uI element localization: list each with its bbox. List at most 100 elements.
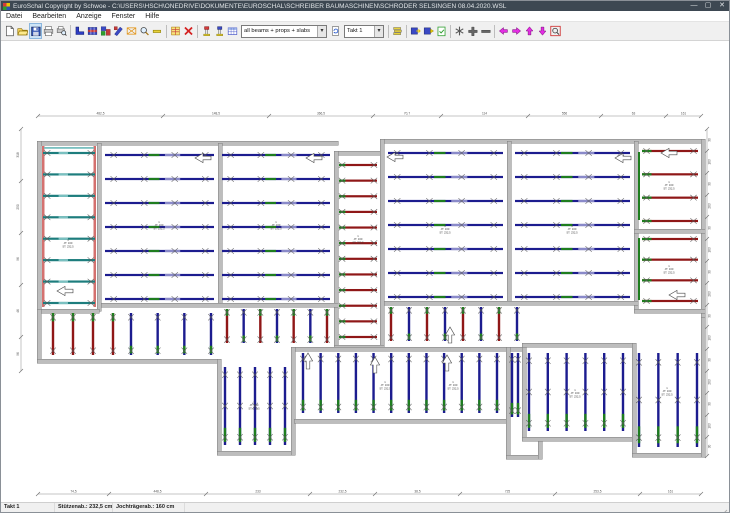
scaffold-tool-button[interactable] [125,23,138,39]
svg-text:63: 63 [632,111,636,115]
disk-play-icon [423,25,434,37]
prop-blue-icon [214,25,225,37]
svg-text:ST: 232,5: ST: 232,5 [663,270,675,274]
svg-text:263: 263 [708,379,712,385]
menu-item-fenster[interactable]: Fenster [107,11,141,21]
prop-blue-button[interactable] [213,23,226,39]
pan-minus-button[interactable] [479,23,492,39]
status-field-0: Takt 1 [1,503,55,512]
arrow-up-icon [524,25,535,37]
svg-text:70,7: 70,7 [404,111,410,115]
arrow-right-icon [511,25,522,37]
chevron-down-icon[interactable]: ▾ [317,26,326,37]
table-grid-button[interactable] [226,23,239,39]
menu-item-hilfe[interactable]: Hilfe [140,11,164,21]
arrow-down-button[interactable] [536,23,549,39]
layers-stack-button[interactable] [391,23,404,39]
svg-text:163: 163 [708,247,712,253]
parts-list-button[interactable] [169,23,182,39]
svg-text:366,5: 366,5 [317,111,325,115]
toolbar-separator [450,25,451,38]
beam-group-room-a [43,150,95,306]
menu-item-bearbeiten[interactable]: Bearbeiten [27,11,71,21]
svg-text:ST: 232,5: ST: 232,5 [569,394,581,398]
svg-text:46: 46 [16,309,20,313]
sheet-cycle-button[interactable] [329,23,342,39]
beam-group-room-k [636,353,700,447]
view-filter-select[interactable]: all beams + props + slabs▾ [241,25,327,38]
svg-text:30: 30 [708,358,712,362]
plan-drawing[interactable]: 482,5148,5366,570,71145566316174,5448,52… [1,41,730,504]
prop-red-icon [201,25,212,37]
close-button[interactable]: ✕ [715,1,729,11]
dimension-right: 3016330263301633026330163302633016330 [705,127,712,458]
print-preview-button[interactable] [55,23,68,39]
chevron-down-icon[interactable]: ▾ [374,26,383,37]
disk-forward-button[interactable] [409,23,422,39]
takt-select[interactable]: Takt 1▾ [344,25,384,38]
corner-profile-button[interactable] [73,23,86,39]
status-field-spacer [185,503,720,512]
beam-group-corridor [509,353,521,417]
prop-red-button[interactable] [200,23,213,39]
maximize-button[interactable]: ▢ [701,1,715,11]
svg-text:148,5: 148,5 [212,111,220,115]
menu-item-datei[interactable]: Datei [1,11,27,21]
slab-blocks-button[interactable] [99,23,112,39]
svg-text:250: 250 [16,204,20,210]
arrow-up-button[interactable] [523,23,536,39]
arrow-left-icon [498,25,509,37]
svg-text:263: 263 [708,203,712,209]
beam-tool-button[interactable] [112,23,125,39]
open-folder-button[interactable] [16,23,29,39]
svg-text:30: 30 [708,270,712,274]
resize-grip[interactable] [720,504,728,512]
wall-tool-button[interactable] [86,23,99,39]
menu-bar: DateiBearbeitenAnzeigeFensterHilfe [1,11,729,22]
svg-text:163: 163 [708,423,712,429]
svg-text:253,5: 253,5 [594,489,602,493]
menu-item-anzeige[interactable]: Anzeige [71,11,106,21]
parts-list-icon [170,25,181,37]
toolbar-separator [406,25,407,38]
svg-text:ST: 232,5: ST: 232,5 [661,392,673,396]
zoom-window-icon [550,25,561,37]
drawing-area[interactable]: 482,5148,5366,570,71145566316174,5448,52… [1,41,730,504]
svg-text:ST: 232,5: ST: 232,5 [248,406,260,410]
corner-profile-icon [74,25,85,37]
svg-text:161: 161 [668,489,674,493]
zoom-window-button[interactable] [549,23,562,39]
toolbar-separator [166,25,167,38]
delete-x-button[interactable] [182,23,195,39]
slab-blocks-icon [100,25,111,37]
status-field-1: Stützenab.: 232,5 cm [55,503,113,512]
arrow-left-button[interactable] [497,23,510,39]
wall-tool-icon [87,25,98,37]
page-green-button[interactable] [435,23,448,39]
toolbar-separator [197,25,198,38]
pan-plus-button[interactable] [466,23,479,39]
print-button[interactable] [42,23,55,39]
table-grid-icon [227,25,238,37]
svg-text:263: 263 [708,291,712,297]
zoom-tool-button[interactable] [138,23,151,39]
svg-text:482,5: 482,5 [97,111,105,115]
minimize-button[interactable]: — [687,1,701,11]
svg-text:448,5: 448,5 [154,489,162,493]
dimension-bottom: 74,5448,5233232,538,5725253,5161 [36,489,703,496]
disk-play-button[interactable] [422,23,435,39]
recalc-star-button[interactable] [453,23,466,39]
svg-text:ST: 232,5: ST: 232,5 [62,244,74,248]
svg-text:232,5: 232,5 [339,489,347,493]
svg-text:30: 30 [708,138,712,142]
svg-text:30: 30 [708,314,712,318]
svg-text:233: 233 [255,489,261,493]
beam-group-band2-mid [224,309,330,343]
new-document-button[interactable] [3,23,16,39]
beam-group-band2-left-red [50,313,116,355]
arrow-right-button[interactable] [510,23,523,39]
save-file-button[interactable] [29,23,42,39]
yellow-bar-button[interactable] [151,23,164,39]
svg-text:ST: 232,5: ST: 232,5 [447,386,459,390]
svg-text:ST: 232,5: ST: 232,5 [153,226,165,230]
